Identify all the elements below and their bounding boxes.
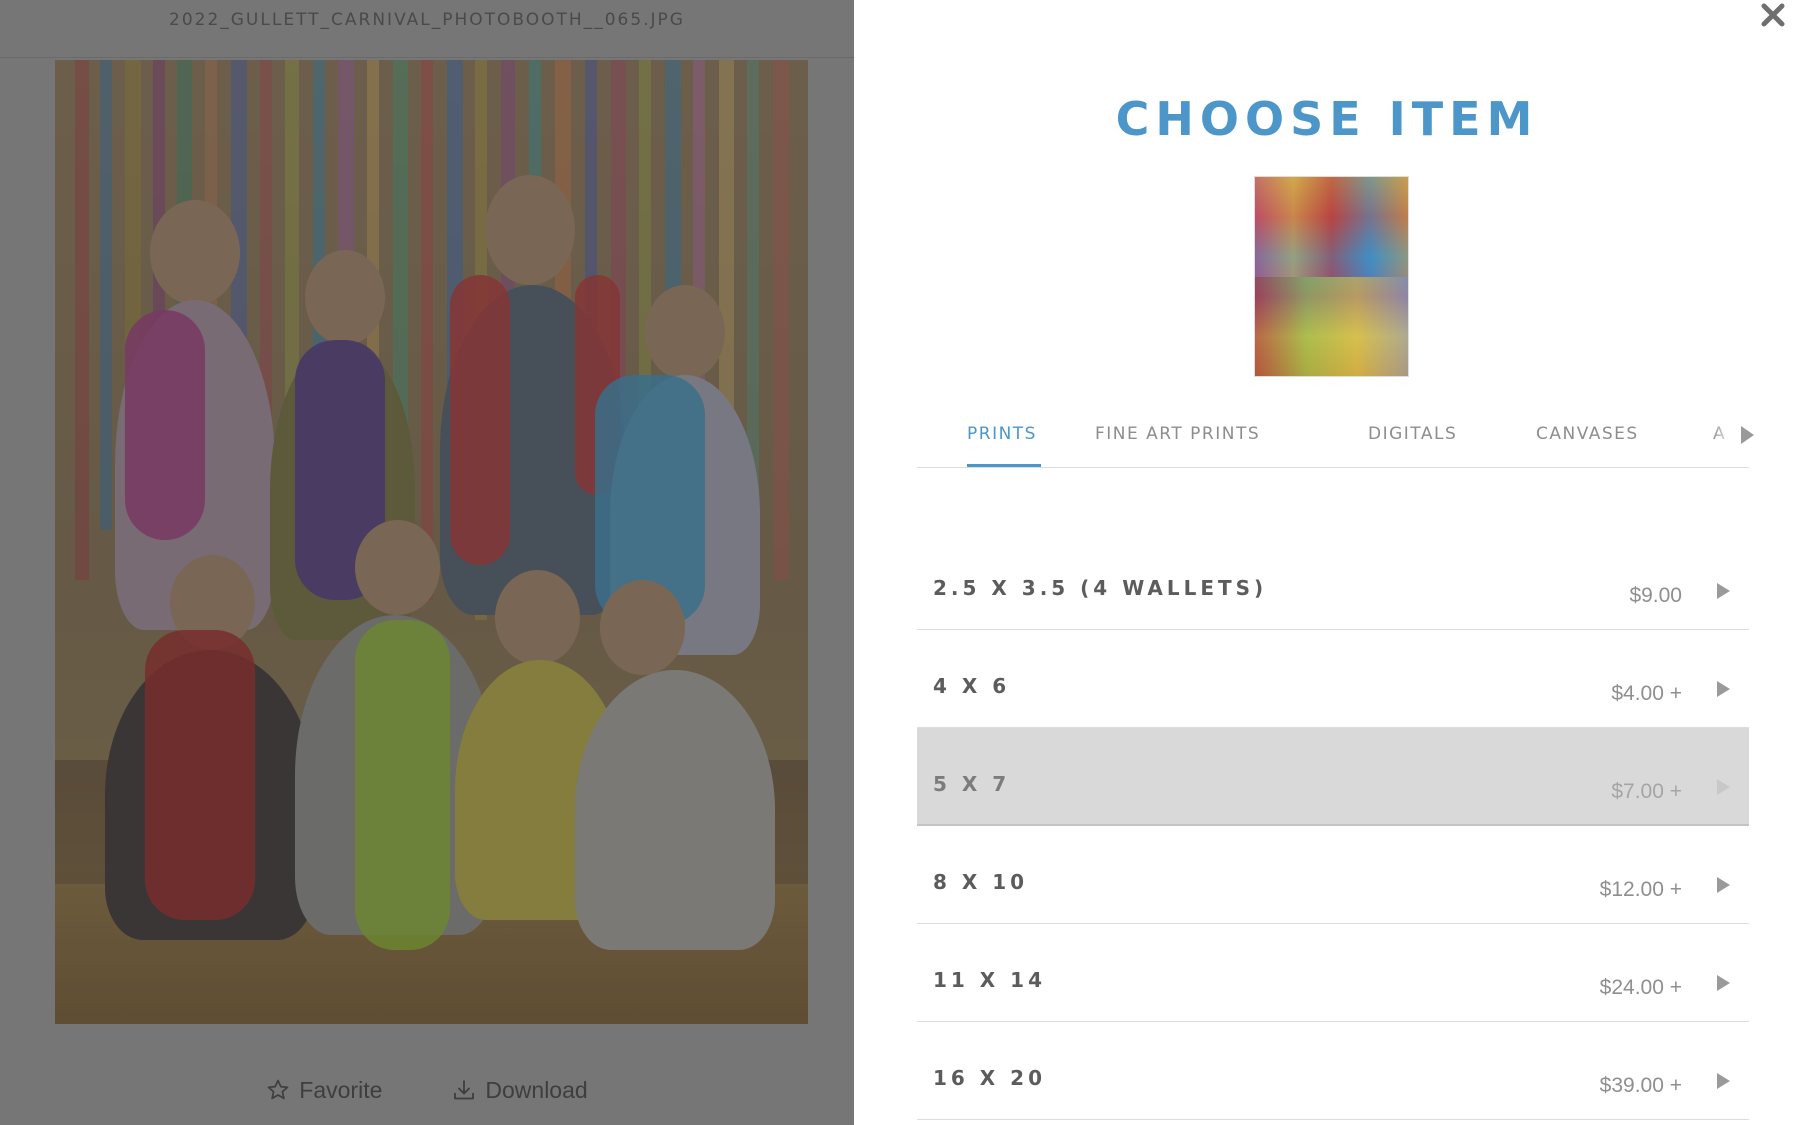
download-button[interactable]: Download: [452, 1076, 588, 1104]
product-row[interactable]: 4 X 6 $4.00 +: [917, 630, 1749, 728]
favorite-label: Favorite: [299, 1076, 383, 1103]
product-name: 4 X 6: [933, 674, 1011, 698]
product-row[interactable]: 8 X 10 $12.00 +: [917, 826, 1749, 924]
product-price: $12.00 +: [1599, 878, 1682, 901]
star-icon: [267, 1079, 289, 1100]
main-photo[interactable]: [55, 60, 808, 1024]
product-name: 2.5 X 3.5 (4 WALLETS): [933, 576, 1268, 600]
product-price: $9.00: [1629, 584, 1682, 607]
viewer-actions: Favorite Download: [0, 1065, 854, 1115]
chevron-right-icon: [1717, 877, 1730, 893]
chevron-right-icon: [1717, 779, 1730, 795]
image-viewer: 2022_GULLETT_CARNIVAL_PHOTOBOOTH__065.JP…: [0, 0, 854, 1125]
chevron-right-icon[interactable]: [1737, 424, 1757, 446]
chevron-right-icon: [1717, 1073, 1730, 1089]
tab-canvases[interactable]: CANVASES: [1536, 424, 1639, 444]
product-category-tabs: PRINTS FINE ART PRINTS DIGITALS CANVASES…: [917, 410, 1754, 468]
choose-item-panel: CHOOSE ITEM PRINTS FINE ART PRINTS DIGIT…: [854, 0, 1800, 1125]
viewer-header: 2022_GULLETT_CARNIVAL_PHOTOBOOTH__065.JP…: [0, 0, 854, 58]
active-tab-indicator: [967, 464, 1041, 467]
product-row[interactable]: 11 X 14 $24.00 +: [917, 924, 1749, 1022]
product-row-hovered[interactable]: 5 X 7 $7.00 +: [917, 728, 1749, 826]
product-name: 5 X 7: [933, 772, 1011, 796]
photo-filename: 2022_GULLETT_CARNIVAL_PHOTOBOOTH__065.JP…: [169, 10, 685, 30]
product-price: $4.00 +: [1611, 682, 1682, 705]
product-name: 8 X 10: [933, 870, 1029, 894]
product-row[interactable]: 2.5 X 3.5 (4 WALLETS) $9.00: [917, 532, 1749, 630]
close-icon[interactable]: [1756, 0, 1790, 34]
selected-photo-thumbnail: [1254, 176, 1409, 377]
product-row[interactable]: 16 X 20 $39.00 +: [917, 1022, 1749, 1120]
product-list: 2.5 X 3.5 (4 WALLETS) $9.00 4 X 6 $4.00 …: [917, 532, 1749, 1120]
tab-prints[interactable]: PRINTS: [967, 424, 1037, 444]
download-label: Download: [485, 1076, 588, 1103]
chevron-right-icon: [1717, 681, 1730, 697]
tab-strip: PRINTS FINE ART PRINTS DIGITALS CANVASES…: [917, 410, 1725, 466]
product-name: 16 X 20: [933, 1066, 1047, 1090]
tab-fine-art-prints[interactable]: FINE ART PRINTS: [1095, 424, 1260, 444]
panel-title: CHOOSE ITEM: [1115, 92, 1539, 146]
product-price: $39.00 +: [1599, 1074, 1682, 1097]
product-price: $7.00 +: [1611, 780, 1682, 803]
favorite-button[interactable]: Favorite: [266, 1077, 382, 1104]
product-name: 11 X 14: [933, 968, 1047, 992]
tab-digitals[interactable]: DIGITALS: [1368, 424, 1457, 444]
photo-dim-overlay: [55, 60, 808, 1024]
chevron-right-icon: [1717, 583, 1730, 599]
chevron-right-icon: [1717, 975, 1730, 991]
product-price: $24.00 +: [1599, 976, 1682, 999]
download-icon: [454, 1080, 475, 1100]
